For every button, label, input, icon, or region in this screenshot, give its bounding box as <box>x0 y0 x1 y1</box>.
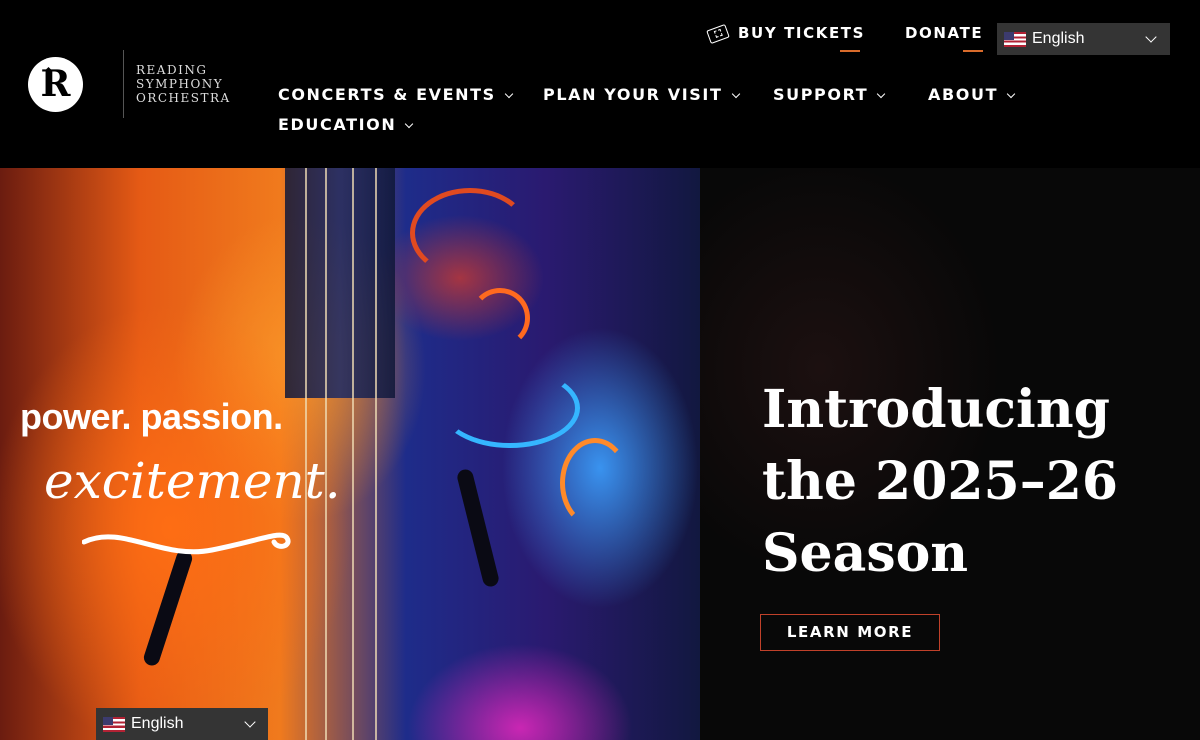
learn-more-button[interactable]: LEARN MORE <box>760 614 940 651</box>
language-label: English <box>1032 30 1085 47</box>
logo-letter: R <box>40 62 71 105</box>
artwork-tagline-line2: excitement. <box>44 452 341 510</box>
flag-us-icon <box>1004 31 1026 47</box>
hero-headline: Introducing the 2025–26 Season <box>762 374 1162 590</box>
nav-support[interactable]: SUPPORT <box>773 85 886 104</box>
nav-plan-your-visit[interactable]: PLAN YOUR VISIT <box>543 85 740 104</box>
hero-headline-line1: Introducing <box>762 379 1110 440</box>
chevron-down-icon <box>731 89 740 99</box>
chevron-down-icon <box>244 716 256 728</box>
ticket-icon <box>706 23 730 44</box>
nav-about[interactable]: ABOUT <box>928 85 1016 104</box>
hero-headline-line2: the 2025–26 <box>762 451 1119 512</box>
paint-swirl <box>560 438 630 528</box>
buy-tickets-underline <box>840 50 860 52</box>
buy-tickets-label: BUY TICKETS <box>738 24 866 42</box>
site-header: R READING SYMPHONY ORCHESTRA BUY TICKETS… <box>0 0 1200 168</box>
logo-divider <box>123 50 124 118</box>
nav-concerts-events[interactable]: CONCERTS & EVENTS <box>278 85 514 104</box>
donate-underline <box>963 50 983 52</box>
nav-plan-your-visit-label: PLAN YOUR VISIT <box>543 85 723 104</box>
violin-string <box>352 168 354 740</box>
donate-label: DONATE <box>905 24 984 42</box>
paint-swirl <box>410 188 530 278</box>
nav-support-label: SUPPORT <box>773 85 869 104</box>
donate-link[interactable]: DONATE <box>905 24 984 52</box>
artwork-tagline-line1: power. passion. <box>20 396 283 437</box>
logo-wordmark: READING SYMPHONY ORCHESTRA <box>136 63 231 105</box>
logo-line-2: SYMPHONY <box>136 77 224 91</box>
hero-headline-line3: Season <box>762 523 969 584</box>
nav-education-label: EDUCATION <box>278 115 397 134</box>
buy-tickets-link[interactable]: BUY TICKETS <box>706 23 866 52</box>
paint-swirl <box>470 288 530 348</box>
paint-swirl <box>440 368 580 448</box>
violin-f-hole <box>141 548 195 668</box>
hero-artwork: power. passion. excitement. <box>0 168 700 740</box>
nav-about-label: ABOUT <box>928 85 999 104</box>
language-select-header[interactable]: English <box>997 23 1170 55</box>
logo-line-1: READING <box>136 63 208 77</box>
chevron-down-icon <box>405 119 414 129</box>
logo-mark: R <box>28 56 83 112</box>
nav-education[interactable]: EDUCATION <box>278 115 414 134</box>
language-select-floating[interactable]: English <box>96 708 268 740</box>
violin-f-hole <box>455 467 501 589</box>
violin-neck <box>285 168 395 398</box>
flourish-ornament <box>82 532 291 555</box>
logo-line-3: ORCHESTRA <box>136 91 231 105</box>
flag-us-icon <box>103 716 125 732</box>
nav-concerts-events-label: CONCERTS & EVENTS <box>278 85 496 104</box>
chevron-down-icon <box>877 89 886 99</box>
chevron-down-icon <box>1145 31 1157 43</box>
site-logo[interactable]: R READING SYMPHONY ORCHESTRA <box>28 50 231 118</box>
chevron-down-icon <box>1006 89 1016 99</box>
chevron-down-icon <box>504 89 514 99</box>
violin-string <box>375 168 377 740</box>
language-label: English <box>131 715 184 732</box>
